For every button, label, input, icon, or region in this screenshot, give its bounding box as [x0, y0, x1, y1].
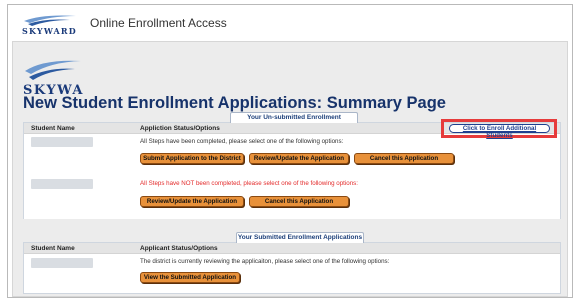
- summary-page: SKYWARD New Student Enrollment Applicati…: [12, 41, 568, 297]
- skyward-logo-small: SKYWARD: [22, 15, 77, 36]
- tab-submitted-applications[interactable]: Your Submitted Enrollment Applications: [236, 232, 364, 243]
- cancel-application-button[interactable]: Cancel this Application: [249, 196, 349, 207]
- column-header-status: Applicant Status/Options: [140, 245, 218, 252]
- table-row: All Steps have NOT been completed, pleas…: [24, 175, 560, 219]
- column-header-student-name: Student Name: [31, 125, 75, 132]
- status-message: All Steps have been completed, please se…: [140, 138, 344, 145]
- table-row: The district is currently reviewing the …: [24, 255, 560, 293]
- unsubmitted-applications-panel: Your Un-submitted Enrollment Application…: [23, 112, 561, 219]
- status-message: The district is currently reviewing the …: [140, 258, 390, 265]
- tab-unsubmitted-applications[interactable]: Your Un-submitted Enrollment Application…: [230, 112, 358, 131]
- table-header: Student Name Applicant Status/Options: [24, 243, 560, 254]
- top-bar: SKYWARD Online Enrollment Access: [8, 5, 572, 38]
- student-name-redacted: [31, 137, 93, 147]
- page-title: New Student Enrollment Applications: Sum…: [23, 94, 446, 112]
- svg-text:SKYWARD: SKYWARD: [22, 26, 77, 36]
- review-update-application-button[interactable]: Review/Update the Application: [249, 153, 349, 164]
- browser-frame: SKYWARD Online Enrollment Access SKYWARD…: [7, 4, 573, 298]
- cancel-application-button[interactable]: Cancel this Application: [354, 153, 454, 164]
- submit-application-button[interactable]: Submit Application to the District: [140, 153, 244, 164]
- table-row: All Steps have been completed, please se…: [24, 135, 560, 175]
- skyward-logo: SKYWARD: [23, 60, 83, 98]
- student-name-redacted: [31, 179, 93, 189]
- enroll-additional-students-link[interactable]: Click to Enroll Additional Students: [449, 124, 550, 139]
- submitted-applications-panel: Your Submitted Enrollment Applications S…: [23, 232, 561, 294]
- status-message: All Steps have NOT been completed, pleas…: [140, 180, 358, 187]
- view-submitted-application-button[interactable]: View the Submitted Application: [140, 272, 240, 283]
- app-title: Online Enrollment Access: [90, 16, 227, 30]
- column-header-student-name: Student Name: [31, 245, 75, 252]
- review-update-application-button[interactable]: Review/Update the Application: [140, 196, 244, 207]
- column-header-status: Appliction Status/Options: [140, 125, 220, 132]
- student-name-redacted: [31, 258, 93, 268]
- table-header: Student Name Appliction Status/Options C…: [24, 119, 560, 139]
